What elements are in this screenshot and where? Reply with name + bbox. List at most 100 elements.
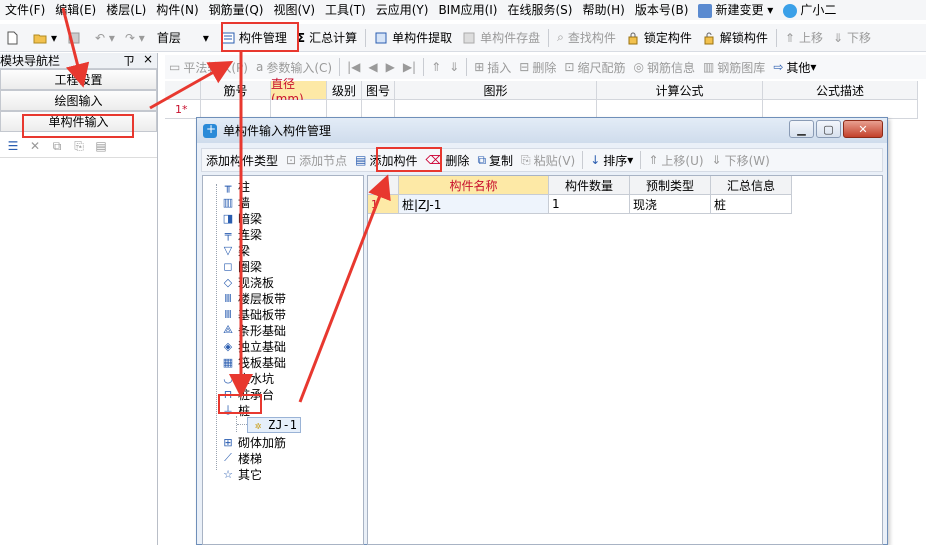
tree-item-floor-strip[interactable]: Ⅲ 楼层板带 [221,290,286,306]
menu-tools[interactable]: 工具(T) [320,0,371,20]
assistant-icon [783,3,798,18]
tree-item-foundation-strip[interactable]: Ⅲ 基础板带 [221,306,286,322]
copy-component-button[interactable]: ⧉ 复制 [473,149,517,171]
insert-label: 插入 [487,60,512,75]
single-input-button[interactable]: 单构件输入 [0,111,157,132]
redo-button[interactable]: ↷ ▾ [120,26,150,50]
flat-input-button[interactable]: ▭ 平法输入(P) [165,55,252,79]
last-record-button[interactable]: ▶| [399,55,420,79]
menu-rebar[interactable]: 钢筋量(Q) [204,0,269,20]
menu-view[interactable]: 视图(V) [268,0,320,20]
drawing-input-button[interactable]: 绘图输入 [0,90,157,111]
table-cell-count[interactable]: 1 [549,195,630,214]
tree-item-label: 圈梁 [238,259,263,274]
delete-row-button[interactable]: ⊟ 删除 [515,55,560,79]
menu-cloud[interactable]: 云应用(Y) [371,0,434,20]
new-file-button[interactable] [0,26,28,50]
menu-new-change[interactable]: 新建变更 ▾ [693,0,778,20]
menu-edit[interactable]: 编辑(E) [50,0,101,20]
tree-item-label: 砌体加筋 [238,435,287,450]
other-button[interactable]: ⇨ 其他 ▾ [769,55,820,79]
tree-item-raft-foundation[interactable]: ▦ 筏板基础 [221,354,286,370]
paste-icon[interactable]: ⎘ [72,139,86,153]
single-save-button[interactable]: 单构件存盘 [457,26,545,50]
tree-item-cast-slab[interactable]: ◇ 现浇板 [221,274,274,290]
tree-item-beam[interactable]: ▽ 梁 [221,242,250,258]
project-settings-button[interactable]: 工程设置 [0,69,157,90]
unlock-button[interactable]: 解锁构件 [697,26,773,50]
delete-icon[interactable]: ✕ [28,139,42,153]
tree-item-masonry-rebar[interactable]: ⊞ 砌体加筋 [221,434,286,450]
open-button[interactable]: ▾ [28,26,62,50]
undo-button[interactable]: ↶ ▾ [90,26,120,50]
tree-item-wall[interactable]: ▥ 墙 [221,194,250,210]
row-down-button[interactable]: ⇓ [445,55,463,79]
tree-item-stairs[interactable]: ⟋ 楼梯 [221,450,262,466]
add-component-button[interactable]: ▤ 添加构件 [351,149,421,171]
tree-item-pile[interactable]: ⏚ 桩 [221,402,251,418]
move-up-button[interactable]: ⇑ 上移 [780,26,828,50]
scale-rebar-button[interactable]: ⊡ 缩尺配筋 [560,55,629,79]
list-icon[interactable]: ☰ [6,139,20,153]
table-cell-precast-type[interactable]: 现浇 [630,195,711,214]
extract-icon [375,32,387,43]
pin-icon[interactable]: ㄗ [123,52,135,69]
tree-item-coupling-beam[interactable]: ╤ 连梁 [221,226,262,242]
tree-item-hidden-beam[interactable]: ◨ 暗梁 [221,210,262,226]
grid-header-figure-no: 图号 [362,81,395,100]
table-header-row: 构件名称 构件数量 预制类型 汇总信息 [368,176,792,195]
tree-item-column[interactable]: ╥ 柱 [221,178,250,194]
menu-online[interactable]: 在线服务(S) [502,0,577,20]
copy-icon[interactable]: ⧉ [50,139,64,153]
tree-item-label: 条形基础 [238,323,287,338]
row-up-button[interactable]: ⇑ [427,55,445,79]
find-button[interactable]: ⌕ 查找构件 [552,26,621,50]
paste-component-button[interactable]: ⎘ 粘贴(V) [517,149,579,171]
dialog-move-up-button[interactable]: ⇑ 上移(U) [644,149,707,171]
cast-slab-icon: ◇ [223,275,233,289]
minimize-button[interactable]: ▁ [789,120,814,138]
tree-item-strip-foundation[interactable]: ⟁ 条形基础 [221,322,286,338]
tree-item-ring-beam[interactable]: ◻ 圈梁 [221,258,262,274]
tree-item-zj1[interactable]: ✲ ZJ-1 [247,417,301,433]
insert-button[interactable]: ⊞ 插入 [470,55,515,79]
floor-select[interactable]: 首层 ▾ [154,28,212,48]
menu-bim[interactable]: BIM应用(I) [433,0,502,20]
next-record-button[interactable]: ▶ [382,55,399,79]
rebar-info-button[interactable]: ◎ 钢筋信息 [629,55,699,79]
menu-file[interactable]: 文件(F) [0,0,50,20]
menu-floor[interactable]: 楼层(L) [101,0,151,20]
menu-component[interactable]: 构件(N) [151,0,203,20]
table-cell-summary[interactable]: 桩 [711,195,792,214]
first-record-button[interactable]: |◀ [343,55,364,79]
menu-help[interactable]: 帮助(H) [577,0,629,20]
chevron-down-icon: ▾ [202,30,209,45]
table-row[interactable]: 1 桩|ZJ-1 1 现浇 桩 [368,195,792,214]
close-icon[interactable]: × [143,52,153,69]
table-header-name: 构件名称 [399,176,549,195]
close-button[interactable]: ✕ [843,120,883,138]
sort-button[interactable]: ↓ 排序 ▾ [586,149,637,171]
component-manage-button[interactable]: 构件管理 [216,26,292,50]
dialog-title-bar[interactable]: 单构件输入构件管理 ▁ ▢ ✕ [197,118,887,143]
move-down-button[interactable]: ⇓ 下移 [828,26,876,50]
prev-record-button[interactable]: ◀ [364,55,381,79]
delete-component-button[interactable]: ⌫ 删除 [421,149,473,171]
tree-item-sump-pit[interactable]: ◡ 集水坑 [221,370,274,386]
save-button[interactable] [62,26,90,50]
dialog-move-down-button[interactable]: ⇓ 下移(W) [708,149,774,171]
menu-version[interactable]: 版本号(B) [630,0,694,20]
maximize-button[interactable]: ▢ [816,120,841,138]
lock-button[interactable]: 锁定构件 [621,26,697,50]
tree-item-pile-cap[interactable]: ⊓ 桩承台 [221,386,274,402]
single-extract-button[interactable]: 单构件提取 [369,26,457,50]
layer-icon[interactable]: ▤ [94,139,108,153]
sum-calc-button[interactable]: Σ 汇总计算 [292,26,362,50]
add-component-type-button[interactable]: 添加构件类型 [202,149,282,171]
rebar-library-button[interactable]: ▥ 钢筋图库 [699,55,769,79]
tree-item-isolated-foundation[interactable]: ◈ 独立基础 [221,338,286,354]
tree-item-other[interactable]: ☆ 其它 [221,466,262,482]
add-node-button[interactable]: ⊡ 添加节点 [282,149,351,171]
menu-assistant[interactable]: 广小二 [778,0,841,20]
table-cell-name[interactable]: 桩|ZJ-1 [399,195,549,214]
